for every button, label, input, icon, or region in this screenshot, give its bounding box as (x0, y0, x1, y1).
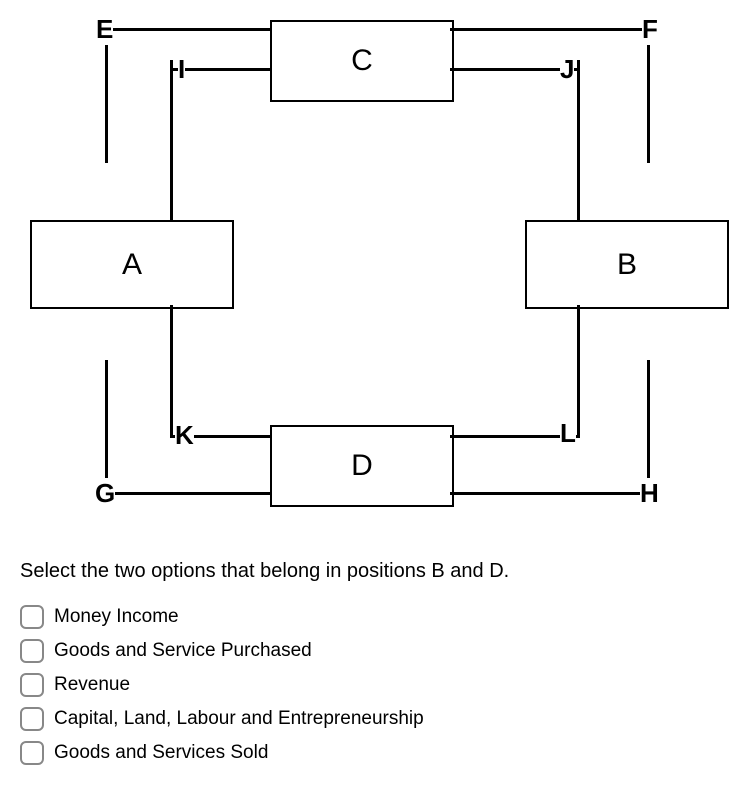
flow-line (170, 60, 173, 220)
options-list: Money Income Goods and Service Purchased… (20, 605, 720, 765)
flow-label-k: K (175, 420, 194, 451)
option-2[interactable]: Revenue (20, 673, 720, 697)
option-label: Goods and Services Sold (54, 742, 268, 764)
option-3[interactable]: Capital, Land, Labour and Entrepreneursh… (20, 707, 720, 731)
option-0[interactable]: Money Income (20, 605, 720, 629)
option-label: Capital, Land, Labour and Entrepreneursh… (54, 708, 424, 730)
flow-label-h: H (640, 478, 659, 509)
flow-line (450, 28, 650, 31)
option-label: Goods and Service Purchased (54, 640, 312, 662)
flow-line (450, 492, 650, 495)
flow-line (647, 28, 650, 163)
node-box-c-label: C (351, 44, 373, 78)
node-box-d-label: D (351, 449, 373, 483)
flow-line (105, 360, 108, 495)
checkbox-icon[interactable] (20, 605, 44, 629)
checkbox-icon[interactable] (20, 639, 44, 663)
circular-flow-diagram: C A B D E I F J K (20, 10, 735, 540)
flow-line (105, 28, 108, 163)
question-block: Select the two options that belong in po… (20, 560, 720, 765)
flow-line (170, 305, 173, 438)
checkbox-icon[interactable] (20, 673, 44, 697)
flow-line (105, 28, 270, 31)
flow-label-i: I (178, 54, 185, 85)
page: C A B D E I F J K (0, 0, 755, 795)
question-prompt: Select the two options that belong in po… (20, 560, 720, 583)
node-box-d: D (270, 425, 454, 507)
node-box-a-label: A (122, 248, 142, 282)
flow-line (577, 305, 580, 438)
option-label: Money Income (54, 606, 179, 628)
option-1[interactable]: Goods and Service Purchased (20, 639, 720, 663)
flow-label-f: F (642, 14, 658, 45)
flow-line (647, 360, 650, 495)
checkbox-icon[interactable] (20, 741, 44, 765)
flow-label-g: G (95, 478, 115, 509)
option-4[interactable]: Goods and Services Sold (20, 741, 720, 765)
checkbox-icon[interactable] (20, 707, 44, 731)
node-box-b-label: B (617, 248, 637, 282)
node-box-b: B (525, 220, 729, 309)
flow-line (577, 60, 580, 220)
flow-line (105, 492, 270, 495)
node-box-c: C (270, 20, 454, 102)
flow-label-l: L (560, 418, 576, 449)
node-box-a: A (30, 220, 234, 309)
option-label: Revenue (54, 674, 130, 696)
flow-label-e: E (96, 14, 113, 45)
flow-label-j: J (560, 54, 574, 85)
